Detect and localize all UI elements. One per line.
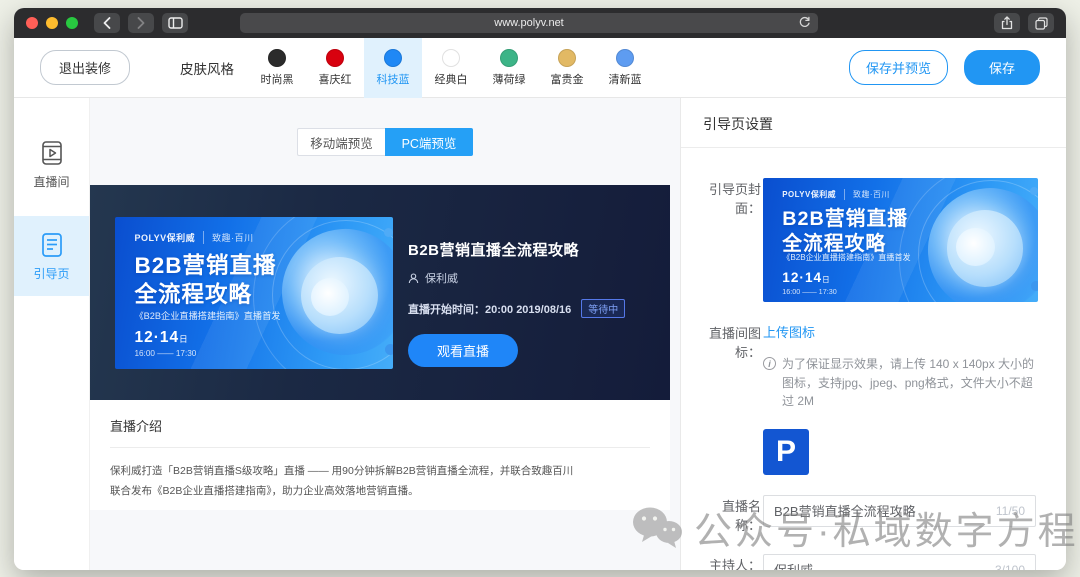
- swatch-black[interactable]: 时尚黑: [248, 38, 306, 98]
- url-text: www.polyv.net: [494, 17, 564, 29]
- browser-window: www.polyv.net 退出装修 皮肤风格 时尚黑 喜庆红: [14, 8, 1066, 570]
- host-input[interactable]: 保利威 3/100: [763, 554, 1036, 570]
- live-intro-text: 保利威打造「B2B营销直播S级攻略」直播 —— 用90分钟拆解B2B营销直播全流…: [110, 462, 580, 502]
- sidebar-icon: [168, 17, 183, 29]
- banner-datetime: 12·14日 16:00 —— 17:30: [134, 329, 196, 358]
- polyv-logo: POLYV保利威: [782, 189, 836, 200]
- live-start-time: 直播开始时间：20:00 2019/08/16 等待中: [408, 299, 654, 318]
- decorate-toolbar: 退出装修 皮肤风格 时尚黑 喜庆红 科技蓝 经典白 薄荷绿: [14, 38, 1066, 98]
- cover-label: 引导页封面：: [703, 178, 761, 302]
- swatch-gold[interactable]: 富贵金: [538, 38, 596, 98]
- swatch-light-blue[interactable]: 清新蓝: [596, 38, 654, 98]
- banner-logos: POLYV保利威 致趣·百川: [134, 231, 253, 244]
- close-window-button[interactable]: [26, 17, 38, 29]
- color-dot: [326, 49, 344, 67]
- reload-button[interactable]: [798, 16, 811, 29]
- tab-overview-button[interactable]: [1028, 13, 1054, 33]
- share-button[interactable]: [994, 13, 1020, 33]
- color-dot: [616, 49, 634, 67]
- cover-thumbnail[interactable]: POLYV保利威 致趣·百川 B2B营销直播 全流程攻略 《B2B企业直播搭建指…: [763, 178, 1038, 302]
- skin-style-label: 皮肤风格: [180, 58, 234, 78]
- partner-logo: 致趣·百川: [203, 231, 254, 244]
- partner-logo: 致趣·百川: [844, 189, 890, 200]
- live-title: B2B营销直播全流程攻略: [408, 239, 654, 260]
- live-host-row: 保利威: [408, 270, 654, 286]
- left-sidebar: 直播间 引导页: [14, 98, 90, 570]
- divider: [110, 447, 650, 448]
- landing-settings-panel: 引导页设置 引导页封面： POLYV保利威 致趣·百川 B2B营销直播 全流程攻…: [680, 98, 1066, 570]
- preview-tabs: 移动端预览 PC端预览: [297, 128, 473, 156]
- sidebar-item-label: 引导页: [33, 265, 69, 282]
- color-dot: [442, 49, 460, 67]
- color-dot: [384, 49, 402, 67]
- back-button[interactable]: [94, 13, 120, 33]
- preview-area: 移动端预览 PC端预览 POLYV保利威 致趣·百川 B2B营销直播 全流程攻略…: [90, 98, 680, 570]
- tabs-icon: [1035, 17, 1048, 30]
- traffic-lights: [26, 17, 78, 29]
- share-icon: [1001, 16, 1013, 30]
- save-button[interactable]: 保存: [964, 50, 1040, 85]
- room-icon-row: 直播间图标： 上传图标 i 为了保证显示效果，请上传 140 x 140px 大…: [681, 322, 1066, 475]
- live-host-name: 保利威: [425, 270, 458, 286]
- live-cover-banner: POLYV保利威 致趣·百川 B2B营销直播 全流程攻略 《B2B企业直播搭建指…: [115, 217, 393, 369]
- live-name-row: 直播名称： B2B营销直播全流程攻略 11/50: [681, 495, 1066, 534]
- landing-page-hero: POLYV保利威 致趣·百川 B2B营销直播 全流程攻略 《B2B企业直播搭建指…: [90, 185, 670, 400]
- tab-pc-preview[interactable]: PC端预览: [385, 128, 473, 156]
- exit-decorate-button[interactable]: 退出装修: [40, 50, 130, 85]
- banner-title: B2B营销直播 全流程攻略: [782, 207, 908, 258]
- browser-titlebar: www.polyv.net: [14, 8, 1066, 38]
- panel-title: 引导页设置: [681, 98, 1066, 148]
- color-dot: [268, 49, 286, 67]
- live-name-input[interactable]: B2B营销直播全流程攻略 11/50: [763, 495, 1036, 527]
- color-dot: [500, 49, 518, 67]
- landing-page-icon: [38, 231, 66, 259]
- swatch-green[interactable]: 薄荷绿: [480, 38, 538, 98]
- char-counter: 11/50: [996, 504, 1025, 518]
- watch-live-button[interactable]: 观看直播: [408, 334, 518, 367]
- upload-hint: i 为了保证显示效果，请上传 140 x 140px 大小的图标，支持jpg、j…: [763, 355, 1036, 411]
- host-label: 主持人：: [703, 554, 761, 570]
- banner-subtitle: 《B2B企业直播搭建指南》直播首发: [782, 252, 910, 263]
- room-icon-preview: P: [763, 429, 809, 475]
- info-icon: i: [763, 357, 776, 370]
- chevron-left-icon: [103, 17, 111, 29]
- swatch-white[interactable]: 经典白: [422, 38, 480, 98]
- host-row: 主持人： 保利威 3/100: [681, 554, 1066, 570]
- sidebar-item-landing-page[interactable]: 引导页: [14, 216, 89, 296]
- banner-title: B2B营销直播 全流程攻略: [134, 252, 276, 310]
- cover-row: 引导页封面： POLYV保利威 致趣·百川 B2B营销直播 全流程攻略 《B: [681, 178, 1066, 302]
- skin-swatch-list: 时尚黑 喜庆红 科技蓝 经典白 薄荷绿 富贵金: [248, 38, 654, 98]
- swatch-red[interactable]: 喜庆红: [306, 38, 364, 98]
- live-intro-section: 直播介绍 保利威打造「B2B营销直播S级攻略」直播 —— 用90分钟拆解B2B营…: [90, 400, 670, 510]
- person-icon: [408, 273, 419, 284]
- upload-icon-link[interactable]: 上传图标: [763, 325, 815, 340]
- tab-mobile-preview[interactable]: 移动端预览: [297, 128, 385, 156]
- banner-datetime: 12·14日 16:00 —— 17:30: [782, 270, 836, 296]
- save-and-preview-button[interactable]: 保存并预览: [849, 50, 948, 85]
- banner-subtitle: 《B2B企业直播搭建指南》直播首发: [134, 308, 280, 322]
- live-name-label: 直播名称：: [703, 495, 761, 534]
- sidebar-item-live-room[interactable]: 直播间: [14, 124, 89, 204]
- status-badge: 等待中: [581, 299, 625, 318]
- chevron-right-icon: [137, 17, 145, 29]
- minimize-window-button[interactable]: [46, 17, 58, 29]
- reload-icon: [798, 16, 811, 29]
- forward-button[interactable]: [128, 13, 154, 33]
- char-counter: 3/100: [995, 563, 1025, 570]
- live-room-icon: [38, 139, 66, 167]
- live-intro-heading: 直播介绍: [110, 416, 650, 435]
- polyv-logo: POLYV保利威: [134, 231, 195, 244]
- swatch-tech-blue[interactable]: 科技蓝: [364, 38, 422, 98]
- zoom-window-button[interactable]: [66, 17, 78, 29]
- address-bar[interactable]: www.polyv.net: [240, 13, 818, 33]
- sidebar-item-label: 直播间: [33, 173, 69, 190]
- color-dot: [558, 49, 576, 67]
- room-icon-label: 直播间图标：: [703, 322, 761, 475]
- sidebar-toggle-button[interactable]: [162, 13, 188, 33]
- banner-disc-graphic: [890, 178, 1039, 302]
